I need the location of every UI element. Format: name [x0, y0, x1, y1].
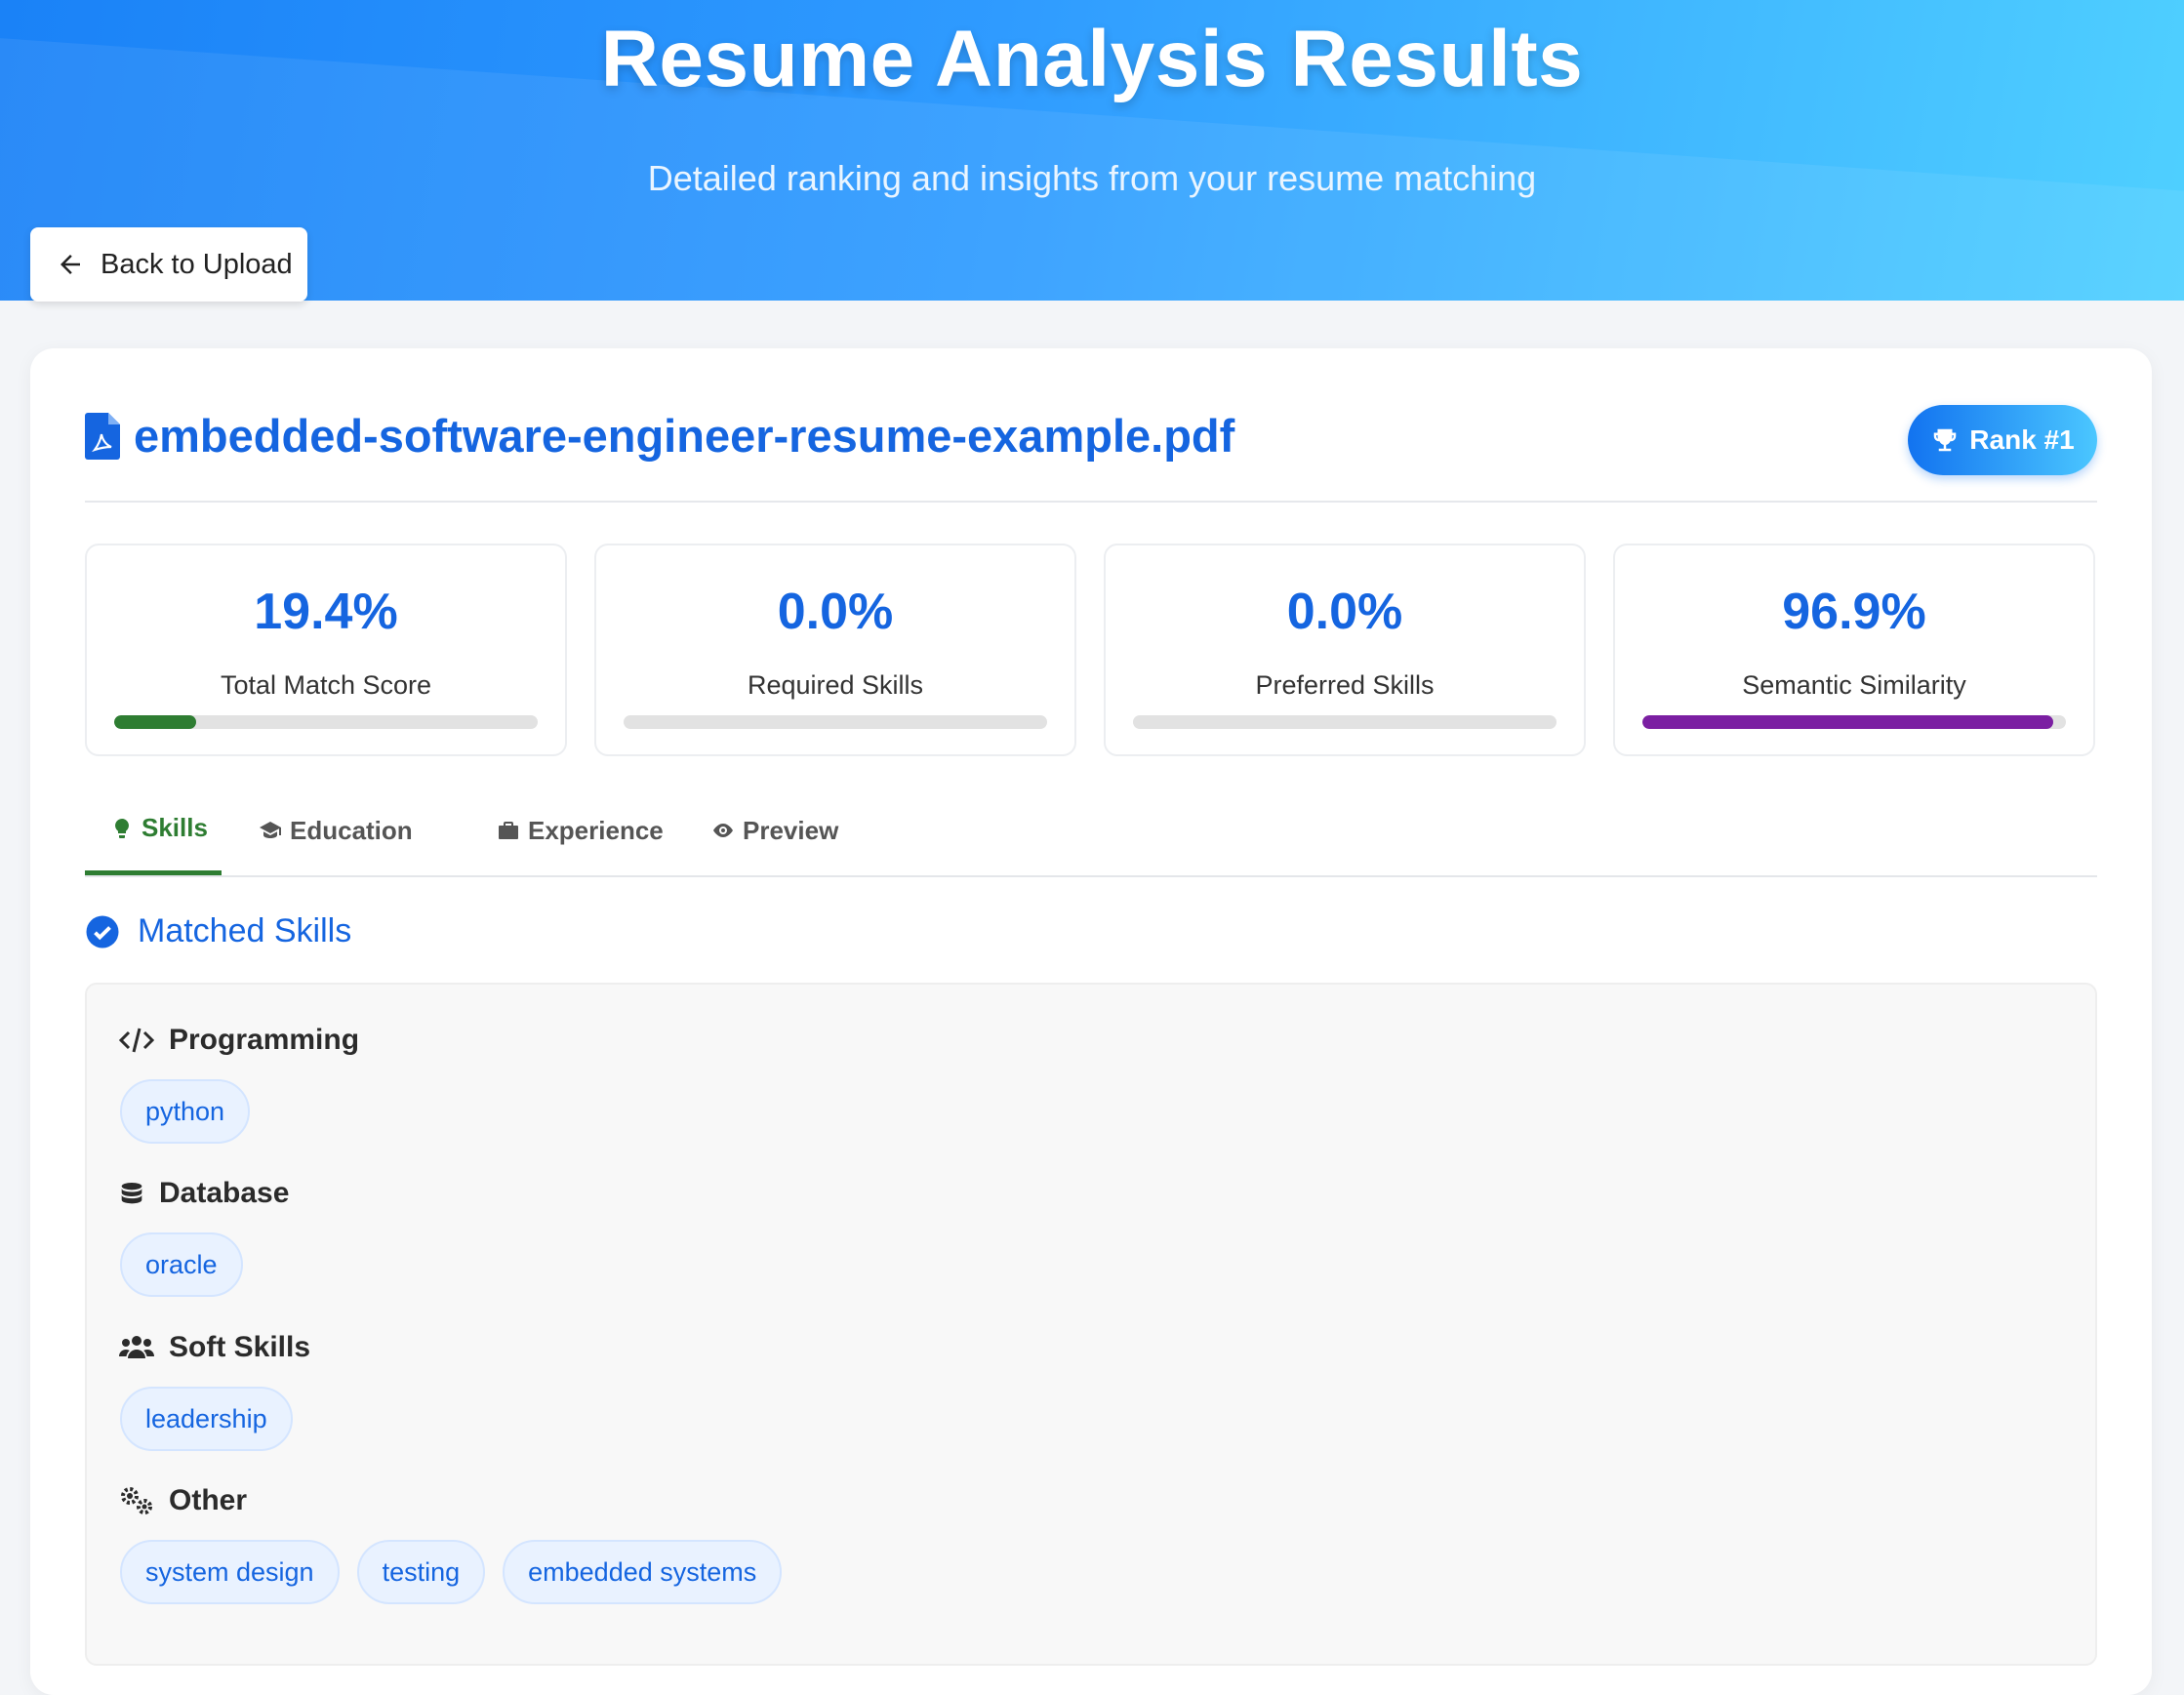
metric-value: 0.0% — [1286, 584, 1403, 640]
matched-skills-heading: Matched Skills — [85, 912, 351, 950]
skill-group-title: Other — [169, 1484, 248, 1516]
result-card: embedded-software-engineer-resume-exampl… — [30, 348, 2152, 1695]
skill-tag: python — [120, 1079, 251, 1144]
metric-label: Total Match Score — [220, 670, 432, 700]
tab-experience[interactable]: Experience — [497, 786, 664, 875]
briefcase-icon — [499, 822, 518, 839]
lightbulb-icon — [115, 818, 129, 838]
progress-bar — [114, 715, 538, 729]
arrow-left-icon — [61, 255, 80, 274]
metric-card-required: 0.0% Required Skills — [594, 544, 1076, 756]
tab-label: Experience — [528, 815, 664, 845]
trophy-icon — [1934, 428, 1957, 452]
header-banner: Resume Analysis Results Detailed ranking… — [0, 0, 2184, 301]
progress-fill — [1642, 715, 2053, 729]
metric-card-preferred: 0.0% Preferred Skills — [1104, 544, 1586, 756]
tab-preview[interactable]: Preview — [711, 786, 838, 875]
back-to-upload-button[interactable]: Back to Upload — [30, 227, 307, 302]
check-circle-icon — [86, 915, 119, 948]
metric-label: Required Skills — [747, 670, 924, 700]
back-to-upload-label: Back to Upload — [101, 248, 293, 280]
database-icon — [121, 1182, 142, 1204]
skill-group-database: Database — [118, 1177, 289, 1210]
progress-bar — [1133, 715, 1557, 729]
matched-skills-title: Matched Skills — [138, 912, 352, 949]
progress-bar — [1642, 715, 2066, 729]
tab-label: Preview — [743, 815, 839, 845]
code-icon — [118, 1028, 155, 1053]
tab-skills[interactable]: Skills — [85, 786, 222, 875]
metric-value: 19.4% — [254, 584, 398, 640]
page-title: Resume Analysis Results — [600, 15, 1584, 103]
progress-fill — [114, 715, 197, 729]
metric-value: 0.0% — [777, 584, 894, 640]
metric-label: Preferred Skills — [1255, 670, 1435, 700]
tab-label: Skills — [142, 813, 208, 842]
page-subtitle: Detailed ranking and insights from your … — [647, 158, 1537, 198]
metric-card-semantic: 96.9% Semantic Similarity — [1613, 544, 2095, 756]
skill-tags: oracle — [120, 1232, 243, 1297]
skill-tags: python — [120, 1079, 251, 1144]
skill-tags: leadership — [120, 1387, 293, 1451]
metric-card-total: 19.4% Total Match Score — [85, 544, 567, 756]
graduation-cap-icon — [260, 822, 281, 838]
rank-badge: Rank #1 — [1908, 405, 2097, 475]
skill-group-title: Programming — [169, 1024, 360, 1056]
file-pdf-icon — [85, 413, 120, 460]
progress-bar — [624, 715, 1047, 729]
skill-group-other: Other — [118, 1484, 247, 1517]
skill-tag: oracle — [120, 1232, 243, 1297]
skill-tag: leadership — [120, 1387, 293, 1451]
skill-tags: system design testing embedded systems — [120, 1540, 783, 1604]
gears-icon — [121, 1487, 152, 1514]
rank-label: Rank #1 — [1969, 424, 2075, 455]
skill-group-programming: Programming — [118, 1024, 359, 1057]
users-icon — [119, 1336, 154, 1358]
skills-panel: Programming python Database oracle Soft … — [85, 983, 2097, 1666]
eye-icon — [713, 824, 733, 837]
tab-label: Education — [290, 815, 413, 845]
skill-tag: testing — [356, 1540, 486, 1604]
metric-value: 96.9% — [1782, 584, 1926, 640]
metrics-row: 19.4% Total Match Score 0.0% Required Sk… — [85, 544, 2097, 758]
metric-label: Semantic Similarity — [1742, 670, 1966, 700]
skill-group-title: Database — [159, 1177, 290, 1209]
skill-group-title: Soft Skills — [169, 1331, 311, 1363]
skill-tag: system design — [120, 1540, 340, 1604]
tab-education[interactable]: Education — [259, 786, 413, 875]
file-header: embedded-software-engineer-resume-exampl… — [85, 405, 2097, 503]
skill-group-soft-skills: Soft Skills — [118, 1331, 310, 1364]
tab-bar: Skills Education Experience Preview — [85, 786, 2097, 877]
skill-tag: embedded systems — [503, 1540, 783, 1604]
file-name[interactable]: embedded-software-engineer-resume-exampl… — [134, 409, 1234, 463]
